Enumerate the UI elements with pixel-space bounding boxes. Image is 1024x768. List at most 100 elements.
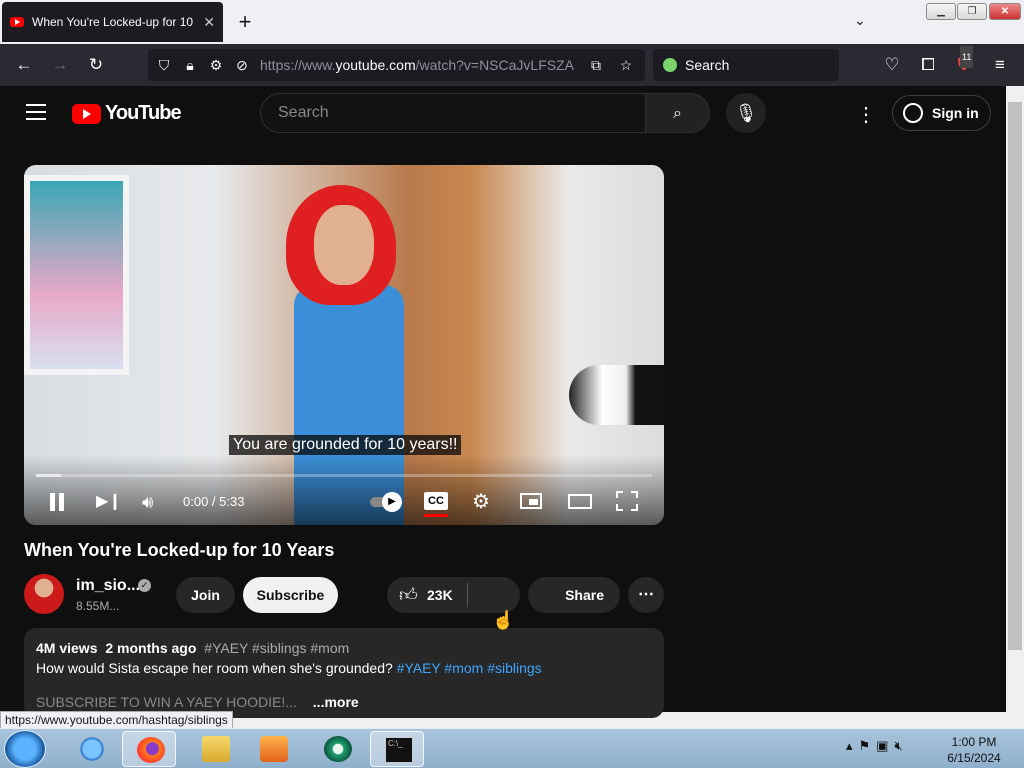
fullscreen-button[interactable] — [616, 491, 638, 511]
description-hashtag-links[interactable]: #YAEY #mom #siblings — [397, 660, 542, 676]
taskbar-firefox[interactable] — [122, 731, 176, 767]
list-all-tabs-icon[interactable]: ⌄ — [854, 12, 866, 29]
start-button[interactable] — [4, 730, 46, 768]
tab-title: When You're Locked-up for 10 — [32, 15, 194, 29]
channel-avatar[interactable] — [24, 574, 64, 614]
lock-icon[interactable]: 🔒︎ — [182, 57, 198, 74]
permissions-icon[interactable]: ⚙ — [208, 57, 224, 74]
youtube-search-input[interactable]: Search — [260, 93, 646, 133]
description-meta: 4M views 2 months ago #YAEY #siblings #m… — [36, 640, 652, 656]
hamburger-menu-icon[interactable] — [26, 104, 46, 120]
show-more-link[interactable]: ...more — [313, 694, 359, 710]
voice-search-button[interactable]: 🎙︎ — [726, 93, 766, 133]
video-title: When You're Locked-up for 10 Years — [24, 540, 335, 560]
youtube-logo[interactable]: YouTube — [72, 102, 182, 125]
app-menu-icon[interactable]: ≡ — [988, 54, 1012, 76]
youtube-header: YouTube Search ⌕ 🎙︎ ⋮ Sign in — [0, 86, 1006, 142]
join-button[interactable]: Join — [176, 577, 235, 613]
pause-button[interactable] — [50, 490, 70, 514]
settings-gear-icon[interactable]: ⚙ — [472, 490, 490, 514]
taskbar-file-explorer[interactable] — [188, 731, 242, 767]
command-prompt-icon: C:\_ — [385, 737, 413, 763]
sign-in-button[interactable]: Sign in — [892, 95, 991, 131]
window-minimize-button[interactable]: ▁ — [926, 3, 956, 20]
browser-tab-strip: When You're Locked-up for 10 ✕ + ⌄ ▁ ❐ ✕ — [0, 0, 1024, 44]
subtitles-button[interactable]: CC — [424, 492, 448, 510]
search-engine-icon — [663, 58, 677, 72]
share-button[interactable]: Share — [528, 577, 620, 613]
new-tab-button[interactable]: + — [234, 8, 256, 36]
description-truncated-line: SUBSCRIBE TO WIN A YAEY HOODIE!... ...mo… — [36, 694, 652, 710]
browser-tab[interactable]: When You're Locked-up for 10 ✕ — [2, 2, 223, 42]
clock-time: 1:00 PM — [951, 735, 997, 749]
autoplay-toggle[interactable]: ▶ — [370, 491, 404, 512]
tracking-protection-shield-icon[interactable]: ⛉ — [156, 57, 172, 74]
view-count: 4M views — [36, 640, 98, 656]
video-caption: You are grounded for 10 years!! — [229, 435, 462, 455]
link-status-bar: https://www.youtube.com/hashtag/siblings — [0, 711, 233, 729]
more-actions-button[interactable]: ⋯ — [628, 577, 664, 613]
clock-date: 6/15/2024 — [947, 751, 1001, 765]
theater-mode-button[interactable] — [568, 494, 592, 509]
youtube-logo-text: YouTube — [105, 102, 182, 124]
video-frame-poster — [24, 175, 129, 375]
description-text-line3: SUBSCRIBE TO WIN A YAEY HOODIE!... — [36, 694, 297, 710]
ublock-extension-icon[interactable]: ⛊11 — [952, 46, 976, 76]
autoplay-play-icon: ▶ — [382, 492, 402, 512]
app-globe-icon — [324, 736, 352, 762]
folder-icon — [202, 736, 230, 762]
subscribe-button[interactable]: Subscribe — [243, 577, 338, 613]
extensions-icon[interactable]: ⧠ — [916, 54, 940, 76]
description-box[interactable]: 4M views 2 months ago #YAEY #siblings #m… — [24, 628, 664, 718]
youtube-play-logo-icon — [72, 103, 101, 124]
upload-age: 2 months ago — [105, 640, 197, 656]
reload-button[interactable]: ↻ — [84, 54, 108, 76]
system-tray-icons[interactable]: ▴⚑▣🔇︎ — [846, 738, 909, 754]
vertical-scrollbar-thumb[interactable] — [1008, 102, 1022, 650]
taskbar-app[interactable] — [310, 731, 364, 767]
volume-button[interactable]: 🔊︎ — [142, 490, 153, 514]
like-count[interactable]: 23K — [427, 577, 453, 613]
taskbar-media-player[interactable] — [246, 731, 300, 767]
account-icon — [903, 103, 923, 123]
settings-kebab-icon[interactable]: ⋮ — [856, 102, 876, 127]
back-button[interactable]: ← — [12, 54, 36, 76]
youtube-search-button[interactable]: ⌕ — [645, 93, 710, 133]
taskbar-command-prompt[interactable]: C:\_ — [370, 731, 424, 767]
close-tab-icon[interactable]: ✕ — [203, 14, 215, 31]
browser-search-bar[interactable]: Search — [653, 49, 839, 81]
picture-in-picture-icon[interactable]: ⧉ — [588, 57, 604, 74]
url-bar[interactable]: ⛉ 🔒︎ ⚙ ⊘ https://www.youtube.com/watch?v… — [148, 49, 645, 81]
window-close-button[interactable]: ✕ — [989, 3, 1021, 20]
channel-name[interactable]: im_sio... — [76, 577, 140, 595]
window-restore-button[interactable]: ❐ — [957, 3, 987, 20]
like-thumb-icon[interactable]: 👍︎ — [399, 577, 418, 613]
url-text: https://www.youtube.com/watch?v=NSCaJvLF… — [260, 57, 574, 73]
extension-badge: 11 — [960, 46, 974, 68]
search-placeholder: Search — [685, 57, 730, 73]
sign-in-label: Sign in — [932, 105, 979, 121]
hand-cursor-icon: ☝ — [492, 610, 515, 630]
video-progress-fill — [36, 474, 61, 477]
video-frame-pipe — [569, 365, 664, 425]
subscriber-count: 8.55M... — [76, 599, 120, 613]
video-player[interactable]: You are grounded for 10 years!! ▶❙ 🔊︎ 0:… — [24, 165, 664, 525]
miniplayer-button[interactable] — [520, 493, 542, 509]
video-progress-bar[interactable] — [36, 474, 652, 477]
pocket-icon[interactable]: ♡ — [880, 54, 904, 76]
description-line: How would Sista escape her room when she… — [36, 660, 652, 676]
bookmark-star-icon[interactable]: ☆ — [618, 57, 634, 74]
video-frame-face — [314, 205, 374, 285]
subtitles-active-indicator — [424, 514, 448, 517]
description-text: How would Sista escape her room when she… — [36, 660, 393, 676]
forward-button[interactable]: → — [48, 54, 72, 76]
taskbar-clock[interactable]: 1:00 PM 6/15/2024 — [944, 734, 1004, 766]
verified-check-icon: ✓ — [138, 579, 151, 592]
firefox-icon — [137, 737, 165, 763]
search-icon: ⌕ — [673, 105, 682, 122]
autoplay-blocked-icon[interactable]: ⊘ — [234, 57, 250, 74]
hashtags[interactable]: #YAEY #siblings #mom — [204, 640, 349, 656]
next-video-button[interactable]: ▶❙ — [96, 490, 122, 514]
media-player-icon — [260, 736, 288, 762]
taskbar-internet-explorer[interactable] — [64, 731, 118, 767]
